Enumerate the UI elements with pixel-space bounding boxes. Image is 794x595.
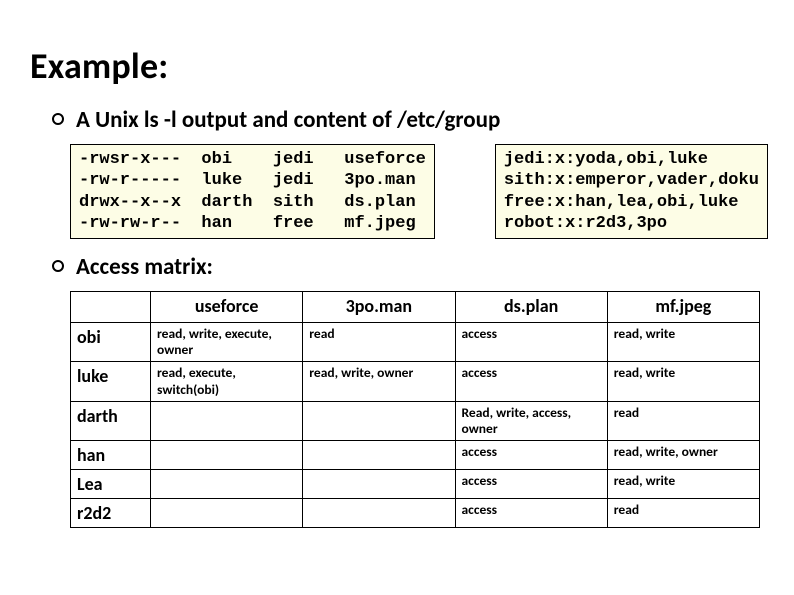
col-header: useforce — [151, 292, 303, 323]
table-corner — [71, 292, 151, 323]
col-header: mf.jpeg — [607, 292, 759, 323]
table-cell: read, execute, switch(obi) — [151, 362, 303, 401]
table-cell: read, write, execute, owner — [151, 323, 303, 362]
row-header: obi — [71, 323, 151, 362]
table-cell: Read, write, access, owner — [455, 401, 607, 440]
table-cell — [151, 441, 303, 470]
table-cell: read — [607, 499, 759, 528]
row-header: Lea — [71, 470, 151, 499]
col-header: 3po.man — [303, 292, 455, 323]
table-row: han access read, write, owner — [71, 441, 760, 470]
table-cell — [303, 401, 455, 440]
table-row: luke read, execute, switch(obi) read, wr… — [71, 362, 760, 401]
table-cell: read, write — [607, 362, 759, 401]
table-row: obi read, write, execute, owner read acc… — [71, 323, 760, 362]
group-output-box: jedi:x:yoda,obi,luke sith:x:emperor,vade… — [495, 144, 768, 239]
bullet-ls-header: A Unix ls -l output and content of /etc/… — [52, 106, 764, 134]
table-cell: access — [455, 499, 607, 528]
bullet-access-matrix: Access matrix: — [52, 253, 764, 281]
table-cell: access — [455, 470, 607, 499]
table-row: darth Read, write, access, owner read — [71, 401, 760, 440]
table-cell: access — [455, 441, 607, 470]
row-header: darth — [71, 401, 151, 440]
table-cell — [303, 470, 455, 499]
table-cell: access — [455, 323, 607, 362]
row-header: r2d2 — [71, 499, 151, 528]
table-cell: read, write, owner — [607, 441, 759, 470]
table-cell: read — [303, 323, 455, 362]
table-cell: access — [455, 362, 607, 401]
table-cell — [303, 441, 455, 470]
table-row: Lea access read, write — [71, 470, 760, 499]
page-title: Example: — [30, 44, 764, 88]
ls-output-box: -rwsr-x--- obi jedi useforce -rw-r----- … — [70, 144, 435, 239]
row-header: luke — [71, 362, 151, 401]
table-cell — [151, 499, 303, 528]
table-cell: read, write — [607, 323, 759, 362]
table-cell — [151, 401, 303, 440]
table-cell: read, write, owner — [303, 362, 455, 401]
table-cell — [303, 499, 455, 528]
table-row: r2d2 access read — [71, 499, 760, 528]
row-header: han — [71, 441, 151, 470]
table-cell: read, write — [607, 470, 759, 499]
table-header-row: useforce 3po.man ds.plan mf.jpeg — [71, 292, 760, 323]
table-cell — [151, 470, 303, 499]
table-cell: read — [607, 401, 759, 440]
access-matrix-table: useforce 3po.man ds.plan mf.jpeg obi rea… — [70, 291, 760, 528]
col-header: ds.plan — [455, 292, 607, 323]
